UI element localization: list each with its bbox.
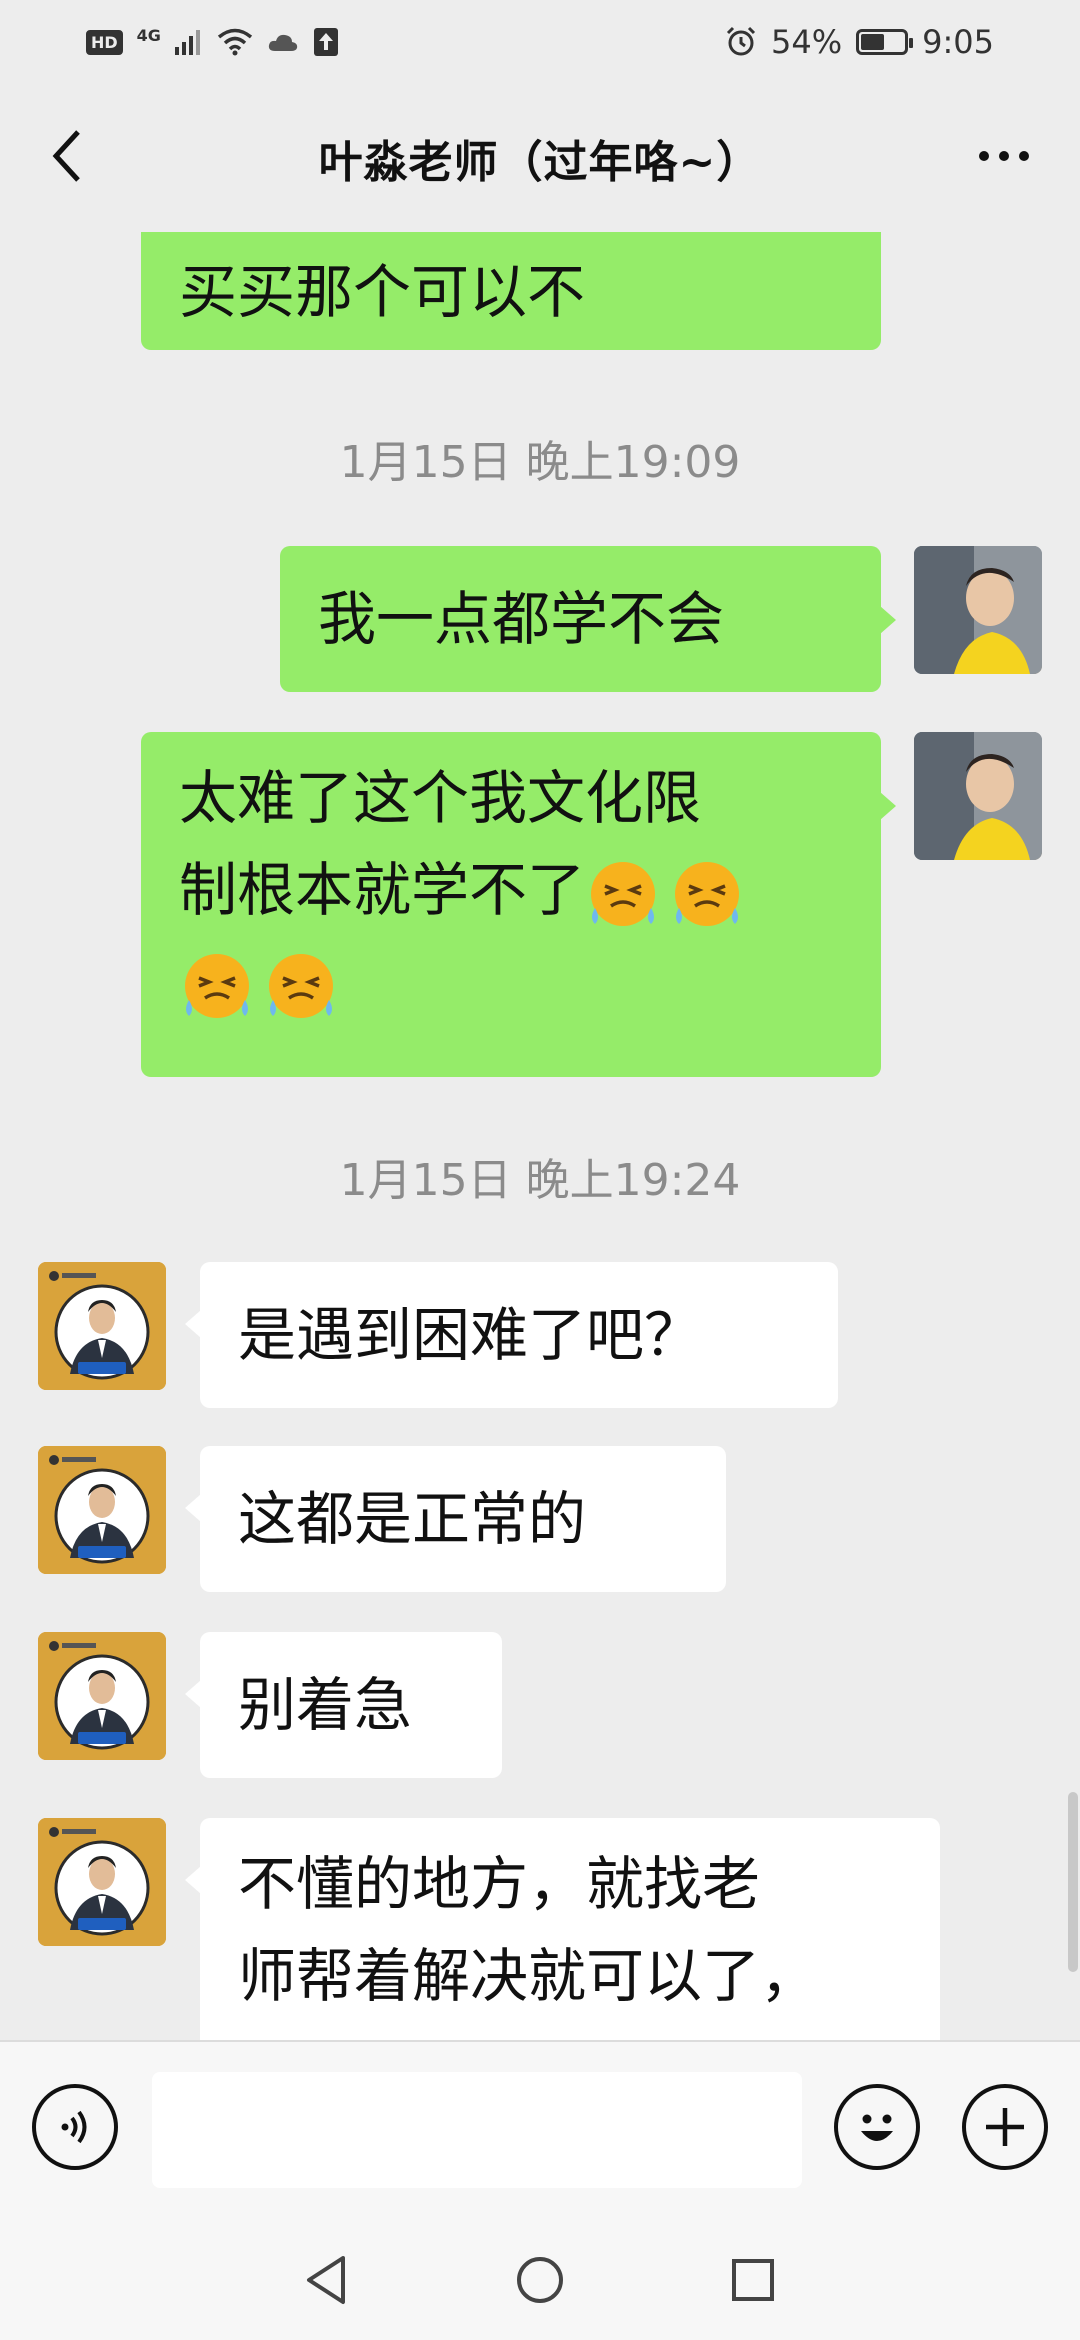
message-text-line: 不懂的地方，就找老 bbox=[238, 1850, 761, 1918]
cloud-icon bbox=[268, 34, 298, 51]
alarm-icon bbox=[726, 26, 756, 56]
bubble-tail bbox=[185, 1680, 201, 1708]
circle-home-icon bbox=[516, 2257, 563, 2303]
crying-face-emoji-icon bbox=[185, 953, 249, 1018]
hd-icon: HD bbox=[86, 29, 123, 55]
message-bubble-received[interactable]: 别着急 bbox=[200, 1632, 502, 1778]
battery-percent: 54% bbox=[771, 23, 843, 61]
message-input[interactable] bbox=[152, 2072, 802, 2188]
teacher-avatar[interactable] bbox=[38, 1632, 166, 1760]
message-bubble-sent[interactable]: 买买那个可以不 bbox=[141, 232, 881, 350]
system-nav-bar bbox=[0, 2220, 1080, 2340]
message-bubble-sent[interactable]: 太难了这个我文化限 制根本就学不了 bbox=[141, 732, 881, 1077]
teacher-avatar[interactable] bbox=[38, 1262, 166, 1390]
battery-icon bbox=[856, 29, 914, 55]
message-text: 这都是正常的 bbox=[238, 1485, 587, 1553]
bubble-tail bbox=[185, 1494, 201, 1522]
message-bubble-received[interactable]: 这都是正常的 bbox=[200, 1446, 726, 1592]
voice-button[interactable] bbox=[32, 2084, 118, 2170]
bubble-tail bbox=[880, 606, 896, 634]
crying-face-emoji-icon bbox=[675, 861, 740, 926]
triangle-back-icon bbox=[306, 2256, 345, 2304]
nav-back-button[interactable] bbox=[287, 2240, 367, 2320]
message-text: 我一点都学不会 bbox=[318, 585, 725, 653]
message-bubble-sent[interactable]: 我一点都学不会 bbox=[280, 546, 881, 692]
bubble-tail bbox=[880, 792, 896, 820]
network-type: 4G bbox=[136, 25, 161, 45]
teacher-portrait-icon bbox=[38, 1446, 166, 1574]
signal-icon bbox=[174, 30, 200, 55]
chat-header: 叶淼老师（过年咯~） bbox=[0, 84, 1080, 232]
teacher-avatar[interactable] bbox=[38, 1818, 166, 1946]
teacher-avatar[interactable] bbox=[38, 1446, 166, 1574]
status-bar: HD 4G 54% 9:05 bbox=[0, 0, 1080, 84]
more-button[interactable] bbox=[964, 124, 1044, 188]
my-avatar[interactable] bbox=[914, 732, 1042, 860]
nav-recent-button[interactable] bbox=[713, 2240, 793, 2320]
teacher-portrait-icon bbox=[38, 1818, 166, 1946]
message-text-line: 师帮着解决就可以了， bbox=[238, 1942, 819, 2010]
message-text: 是遇到困难了吧？ bbox=[238, 1301, 703, 1369]
plus-icon bbox=[986, 2108, 1024, 2146]
wifi-icon bbox=[217, 28, 253, 56]
child-portrait-icon bbox=[914, 546, 1042, 674]
bubble-tail bbox=[185, 1310, 201, 1338]
scrollbar[interactable] bbox=[1068, 1792, 1078, 1972]
child-portrait-icon bbox=[914, 732, 1042, 860]
status-right: 54% 9:05 bbox=[725, 23, 994, 61]
back-button[interactable] bbox=[36, 124, 100, 188]
message-text-line: 太难了这个我文化限 bbox=[179, 764, 702, 832]
upload-icon bbox=[313, 28, 338, 56]
voice-icon bbox=[61, 2110, 87, 2144]
smiley-icon bbox=[861, 2114, 893, 2141]
message-list[interactable]: 买买那个可以不 1月15日 晚上19:09 我一点都学不会 太难了这个我文化限 … bbox=[0, 232, 1080, 2040]
crying-face-emoji-icon bbox=[269, 953, 333, 1018]
message-text: 别着急 bbox=[238, 1671, 413, 1739]
emoji-row bbox=[179, 936, 843, 1028]
clock: 9:05 bbox=[922, 23, 994, 61]
message-bubble-received[interactable]: 是遇到困难了吧？ bbox=[200, 1262, 838, 1408]
nav-home-button[interactable] bbox=[500, 2240, 580, 2320]
bubble-tail bbox=[185, 1866, 201, 1894]
input-bar bbox=[0, 2040, 1080, 2220]
message-bubble-received[interactable]: 不懂的地方，就找老 师帮着解决就可以了， bbox=[200, 1818, 940, 2040]
timestamp: 1月15日 晚上19:24 bbox=[339, 1155, 741, 1206]
message-text: 买买那个可以不 bbox=[179, 258, 586, 326]
chat-title: 叶淼老师（过年咯~） bbox=[318, 137, 762, 188]
chevron-left-icon bbox=[52, 130, 80, 182]
status-left: HD 4G bbox=[86, 25, 339, 57]
crying-face-emoji-icon bbox=[591, 861, 656, 926]
square-recent-icon bbox=[732, 2259, 775, 2301]
more-dots-icon bbox=[979, 151, 989, 161]
my-avatar[interactable] bbox=[914, 546, 1042, 674]
plus-button[interactable] bbox=[962, 2084, 1048, 2170]
teacher-portrait-icon bbox=[38, 1262, 166, 1390]
message-text-line: 制根本就学不了 bbox=[179, 844, 843, 936]
timestamp: 1月15日 晚上19:09 bbox=[339, 437, 741, 488]
teacher-portrait-icon bbox=[38, 1632, 166, 1760]
emoji-button[interactable] bbox=[834, 2084, 920, 2170]
